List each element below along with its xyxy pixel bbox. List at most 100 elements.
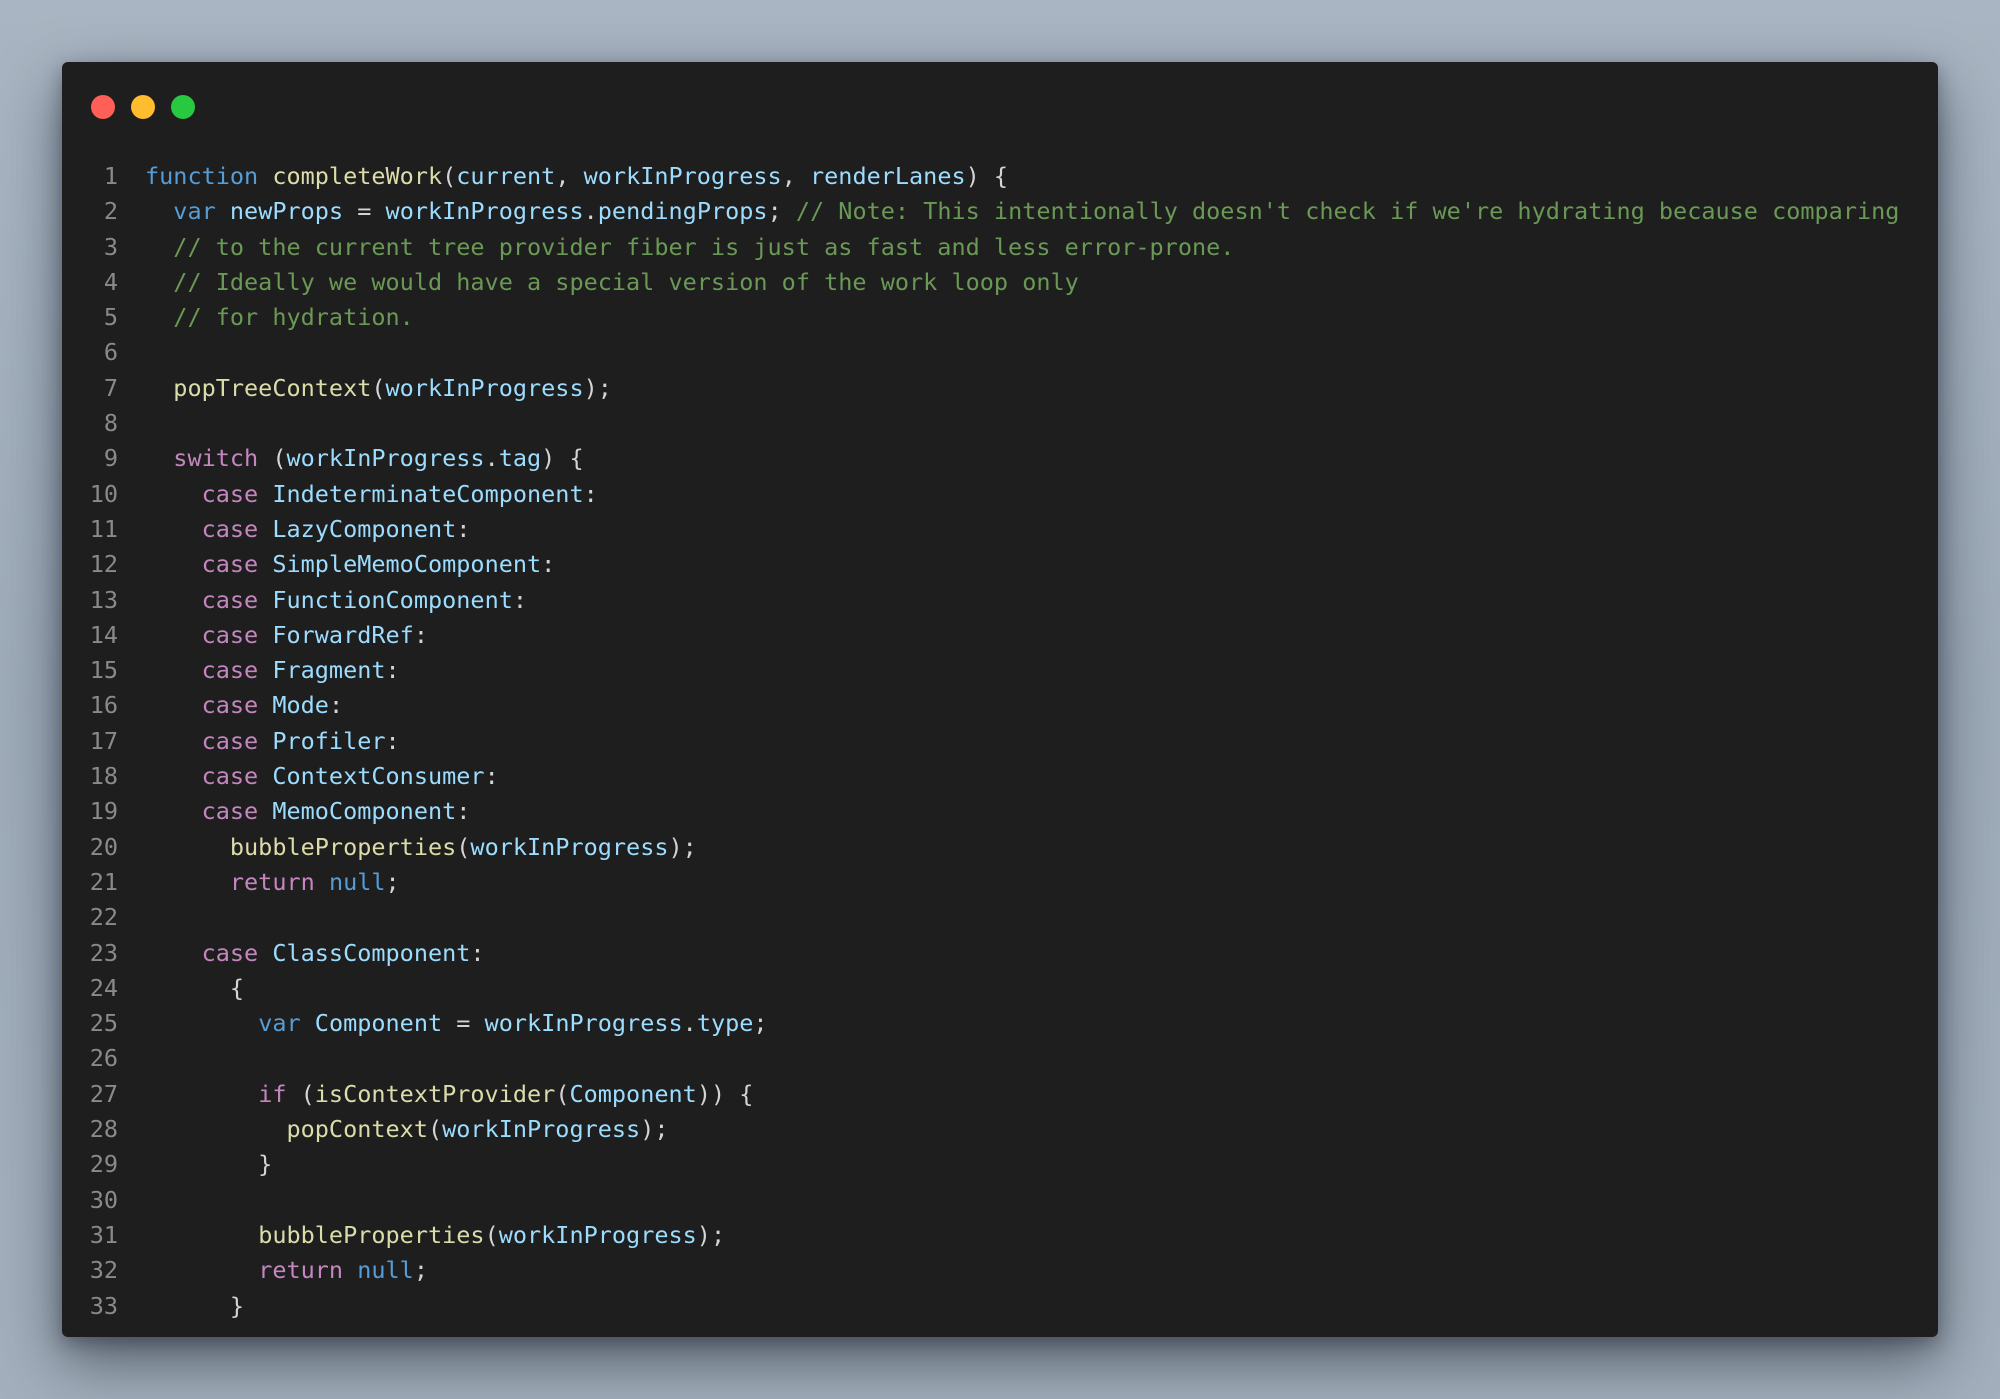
line-number: 14 <box>89 620 118 649</box>
line-number: 9 <box>103 444 118 473</box>
line-number: 19 <box>89 797 118 826</box>
code-line: 11 case LazyComponent: <box>62 512 1938 547</box>
code-line: 25 var Component = workInProgress.type; <box>62 1006 1938 1041</box>
code-token-var: MemoComponent <box>272 797 457 826</box>
code-line: 8 <box>62 406 1938 441</box>
line-code: case MemoComponent: <box>145 794 471 829</box>
line-code: function completeWork(current, workInPro… <box>145 159 1008 194</box>
code-token-plain: : <box>484 762 499 791</box>
line-number: 32 <box>89 1256 118 1285</box>
code-token-var: workInProgress <box>583 162 782 190</box>
code-token-plain: ( <box>427 1115 443 1144</box>
line-number: 29 <box>89 1150 118 1179</box>
code-line: 23 case ClassComponent: <box>62 936 1938 971</box>
code-token-comment: // Ideally we would have a special versi… <box>173 267 1079 296</box>
code-token-var: type <box>696 1009 754 1038</box>
code-token-plain: : <box>385 656 400 685</box>
line-code: var Component = workInProgress.type; <box>145 1006 767 1041</box>
code-line: 18 case ContextConsumer: <box>62 759 1938 794</box>
line-code: var newProps = workInProgress.pendingPro… <box>145 194 1899 229</box>
code-token-control: return <box>258 1256 344 1285</box>
code-token-control: case <box>201 762 259 791</box>
code-line: 20 bubbleProperties(workInProgress); <box>62 830 1938 865</box>
code-line: 1 function completeWork(current, workInPr… <box>62 159 1938 194</box>
code-token-plain: : <box>413 620 428 649</box>
line-number: 27 <box>89 1079 118 1108</box>
code-token-var: IndeterminateComponent <box>272 479 584 508</box>
minimize-window-button[interactable] <box>131 95 155 119</box>
code-token-control: switch <box>173 444 259 473</box>
code-token-var: workInProgress <box>442 1115 641 1144</box>
close-window-button[interactable] <box>91 95 115 119</box>
line-number: 33 <box>89 1291 118 1320</box>
code-token-control: case <box>201 938 259 967</box>
code-token-control: case <box>201 585 259 614</box>
code-token-plain: ); <box>696 1220 726 1249</box>
code-token-var: Component <box>314 1009 443 1038</box>
maximize-window-button[interactable] <box>171 95 195 119</box>
line-code: { <box>145 971 244 1006</box>
code-token-plain: ( <box>258 444 287 473</box>
line-code: // for hydration. <box>145 300 414 335</box>
code-token-control: case <box>201 620 259 649</box>
line-number: 13 <box>89 585 118 614</box>
code-token-func: popTreeContext <box>173 373 372 402</box>
line-code: case FunctionComponent: <box>145 583 527 618</box>
line-code: case ContextConsumer: <box>145 759 499 794</box>
code-token-var: workInProgress <box>484 1009 683 1038</box>
line-number: 25 <box>89 1009 118 1038</box>
code-token-comment: // to the current tree provider fiber is… <box>173 232 1235 261</box>
code-token-var: ClassComponent <box>272 938 471 967</box>
code-line: 3 // to the current tree provider fiber … <box>62 230 1938 265</box>
line-code: case ClassComponent: <box>145 936 485 971</box>
code-token-control: case <box>201 514 259 543</box>
code-token-var: ForwardRef <box>272 620 414 649</box>
code-token-plain: : <box>385 726 400 755</box>
code-token-var: workInProgress <box>385 197 584 226</box>
code-line: 6 <box>62 335 1938 370</box>
code-token-plain: ( <box>555 1079 570 1108</box>
code-token-control: if <box>258 1079 287 1108</box>
code-token-var: SimpleMemoComponent <box>272 550 542 579</box>
code-token-plain: , <box>555 162 584 190</box>
line-number: 2 <box>103 197 118 226</box>
code-token-plain: ); <box>583 373 612 402</box>
code-window: 1 function completeWork(current, workInPr… <box>62 62 1938 1337</box>
code-token-plain: ( <box>371 373 386 402</box>
line-number: 8 <box>103 409 118 438</box>
code-token-control: case <box>201 656 259 685</box>
line-code: case IndeterminateComponent: <box>145 477 598 512</box>
code-token-func: popContext <box>286 1115 428 1144</box>
code-token-plain: { <box>145 973 245 1002</box>
code-token-control: case <box>201 550 259 579</box>
code-line: 27 if (isContextProvider(Component)) { <box>62 1077 1938 1112</box>
line-code: case ForwardRef: <box>145 618 428 653</box>
line-number: 26 <box>89 1044 118 1073</box>
code-editor[interactable]: 1 function completeWork(current, workInPr… <box>62 159 1938 1324</box>
line-number: 23 <box>89 938 118 967</box>
line-code: switch (workInProgress.tag) { <box>145 441 583 476</box>
code-line: 14 case ForwardRef: <box>62 618 1938 653</box>
code-token-plain: ; <box>413 1256 428 1285</box>
code-token-func: bubbleProperties <box>258 1220 485 1249</box>
line-code: case Fragment: <box>145 653 400 688</box>
code-line: 2 var newProps = workInProgress.pendingP… <box>62 194 1938 229</box>
